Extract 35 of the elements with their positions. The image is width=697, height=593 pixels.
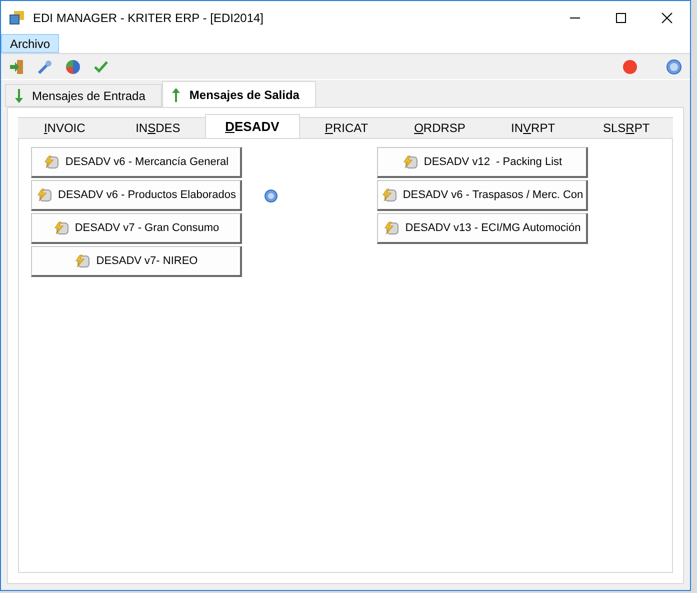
app-icon <box>9 10 25 26</box>
stop-icon[interactable] <box>622 58 638 74</box>
lightning-icon <box>52 221 69 235</box>
desadv-button[interactable]: DESADV v6 - Productos Elaborados <box>31 180 242 211</box>
lightning-icon <box>402 155 418 169</box>
desadv-button[interactable]: DESADV v6 - Mercancía General <box>31 147 242 178</box>
lightning-icon <box>36 188 52 202</box>
lightning-icon <box>383 221 400 235</box>
help-icon[interactable] <box>264 189 278 203</box>
desadv-button[interactable]: DESADV v6 - Traspasos / Merc. Con <box>377 180 588 211</box>
tab[interactable]: INVOIC <box>18 117 112 138</box>
exit-door-icon[interactable] <box>9 58 25 74</box>
tab[interactable]: PRICAT <box>300 117 394 138</box>
desadv-button[interactable]: DESADV v7- NIREO <box>31 246 242 277</box>
lightning-icon <box>43 155 60 169</box>
down-arrow-icon <box>14 88 24 104</box>
desadv-button[interactable]: DESADV v7 - Gran Consumo <box>31 213 242 244</box>
tab[interactable]: Mensajes de Salida <box>162 81 316 107</box>
tab[interactable]: DESADV <box>204 114 300 138</box>
up-arrow-icon <box>171 86 182 102</box>
help-icon[interactable] <box>666 58 682 74</box>
desadv-button[interactable]: DESADV v12 - Packing List <box>377 147 588 178</box>
tab[interactable]: INSDES <box>111 117 205 138</box>
desadv-button[interactable]: DESADV v13 - ECI/MG Automoción <box>377 213 588 244</box>
tab[interactable]: SLSRPT <box>580 117 673 138</box>
wrench-icon[interactable] <box>37 58 53 74</box>
pie-chart-icon[interactable] <box>65 58 81 74</box>
tab[interactable]: Mensajes de Entrada <box>5 84 162 107</box>
menu-item[interactable]: Archivo <box>1 34 60 53</box>
checkmark-icon[interactable] <box>93 58 109 74</box>
window-title: EDI MANAGER - KRITER ERP - [EDI2014] <box>33 10 264 26</box>
tab[interactable]: ORDRSP <box>393 117 486 138</box>
lightning-icon <box>74 254 90 268</box>
tab[interactable]: INVRPT <box>486 117 580 138</box>
lightning-icon <box>380 188 397 202</box>
